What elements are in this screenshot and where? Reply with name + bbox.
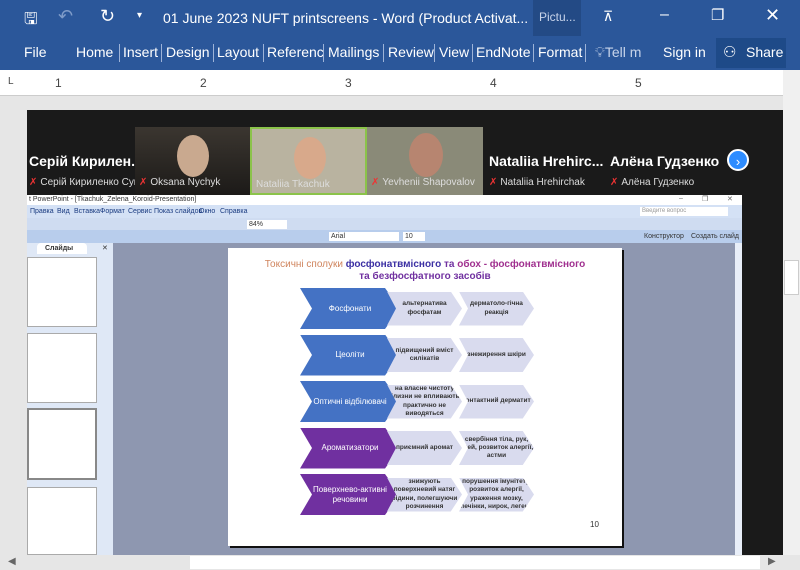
close-button[interactable]: ✕ <box>727 195 733 203</box>
tab-view[interactable]: View <box>439 44 469 60</box>
category-chevron: Фосфонати <box>300 288 400 329</box>
lightbulb-icon: 💡︎ <box>595 44 605 60</box>
close-pane-icon[interactable]: ✕ <box>102 244 108 252</box>
close-button[interactable]: ✕ <box>765 5 780 26</box>
menu-tools[interactable]: Сервис <box>128 208 152 215</box>
tab-layout[interactable]: Layout <box>217 44 259 60</box>
word-title-bar: 🖫 ↶ ↻ ▾ 01 June 2023 NUFT printscreens -… <box>0 0 800 70</box>
muted-mic-icon: ✗ <box>29 177 38 188</box>
tab-file[interactable]: File <box>24 44 47 60</box>
tab-review[interactable]: Review <box>388 44 434 60</box>
restore-button[interactable]: ❐ <box>702 195 708 203</box>
tab-endnote[interactable]: EndNote <box>476 44 530 60</box>
help-search-input[interactable]: Введите вопрос <box>640 207 728 216</box>
muted-mic-icon: ✗ <box>139 177 148 188</box>
slide-scrollbar[interactable] <box>735 243 742 555</box>
tell-me-search[interactable]: 💡︎Tell m <box>595 44 641 61</box>
scroll-left-icon[interactable]: ◀ <box>8 556 16 567</box>
slide: Токсичні сполуки фосфонатвмісного та обо… <box>228 248 622 546</box>
person-add-icon: ⚇ <box>723 44 737 61</box>
scrollbar-thumb[interactable] <box>784 260 799 295</box>
ribbon-tabs: File Home Insert Design Layout Referenc … <box>0 36 800 70</box>
effect-chevron: знежирення шкіри <box>459 338 534 372</box>
property-chevron: підвищений вміст силікатів <box>387 338 462 372</box>
minimize-button[interactable]: – <box>679 195 683 202</box>
category-chevron: Поверхнево-активні речовини <box>300 474 400 515</box>
muted-mic-icon: ✗ <box>371 177 380 188</box>
video-tile-active-speaker[interactable]: Nataliia Tkachuk <box>250 127 367 195</box>
category-chevron: Ароматизатори <box>300 427 400 469</box>
sign-in-link[interactable]: Sign in <box>663 44 706 60</box>
tab-references[interactable]: Referenc <box>267 44 324 60</box>
tab-format[interactable]: Format <box>538 44 582 60</box>
menu-slideshow[interactable]: Показ слайдов <box>154 208 202 215</box>
category-chevron: Оптичні відбілювачі <box>300 381 400 422</box>
share-button[interactable]: ⚇ Share <box>716 38 786 68</box>
standard-toolbar <box>27 218 742 230</box>
scrollbar-thumb[interactable] <box>190 556 760 569</box>
picture-tools-tab[interactable]: Pictu... <box>539 10 576 24</box>
tab-home[interactable]: Home <box>76 44 113 60</box>
video-tile[interactable]: ✗ Oksana Nychyk <box>135 127 250 195</box>
slides-pane: Слайды ✕ <box>27 243 113 555</box>
horizontal-scrollbar[interactable]: ◀ ▶ <box>0 555 800 570</box>
slide-thumbnail[interactable] <box>27 257 97 327</box>
font-select[interactable]: Arial <box>329 232 399 241</box>
menu-help[interactable]: Справка <box>220 208 247 215</box>
effect-chevron: контактний дерматит <box>459 384 534 419</box>
new-slide-button[interactable]: Создать слайд <box>691 233 739 240</box>
menu-insert[interactable]: Вставка <box>74 208 100 215</box>
slide-title: Токсичні сполуки фосфонатвмісного та обо… <box>264 259 586 282</box>
effect-chevron: порушення імунітету, розвиток алергії, у… <box>459 477 534 512</box>
video-tile[interactable]: ✗ Yevhenii Shapovalov <box>367 127 483 195</box>
tab-insert[interactable]: Insert <box>123 44 158 60</box>
slide-thumbnail-selected[interactable] <box>27 408 97 480</box>
font-size-select[interactable]: 10 <box>403 232 425 241</box>
muted-mic-icon: ✗ <box>610 177 619 188</box>
menu-view[interactable]: Вид <box>57 208 70 215</box>
tab-slides[interactable]: Слайды <box>45 245 73 252</box>
tab-design[interactable]: Design <box>166 44 210 60</box>
effect-chevron: дерматоло-гічна реакція <box>459 291 534 326</box>
restore-button[interactable]: ❐ <box>711 6 724 24</box>
ribbon-display-icon[interactable]: ⊼ <box>603 8 613 25</box>
video-call-strip: Серій Кирилен... ✗ Серій Кириленко Сум...… <box>27 127 749 195</box>
undo-icon[interactable]: ↶ <box>58 6 73 27</box>
tab-mailings[interactable]: Mailings <box>328 44 379 60</box>
property-chevron: альтернатива фосфатам <box>387 291 462 326</box>
tab-selector[interactable]: L <box>8 76 14 87</box>
slide-number: 10 <box>590 520 599 529</box>
category-chevron: Цеоліти <box>300 334 400 376</box>
slide-thumbnail[interactable] <box>27 487 97 555</box>
next-page-chevron-icon[interactable]: › <box>727 149 749 171</box>
redo-icon[interactable]: ↻ <box>100 6 115 27</box>
property-chevron: знижують поверхневий натяг рідини, полег… <box>387 477 462 512</box>
muted-mic-icon: ✗ <box>489 177 498 188</box>
slide-thumbnail[interactable] <box>27 333 97 403</box>
horizontal-ruler[interactable]: L 1 2 3 4 5 <box>0 70 800 96</box>
save-icon[interactable]: 🖫 <box>24 8 38 35</box>
scroll-right-icon[interactable]: ▶ <box>768 556 776 567</box>
participant-name: ✗ Серій Кириленко Сум... <box>29 177 149 188</box>
property-chevron: на власне чистоту білизни не впливають; … <box>387 384 462 419</box>
menu-format[interactable]: Формат <box>100 208 125 215</box>
designer-button[interactable]: Конструктор <box>644 233 684 240</box>
zoom-select[interactable]: 84% <box>247 220 287 229</box>
menu-window[interactable]: Окно <box>199 208 215 215</box>
effect-chevron: свербіння тіла, рук, очей, розвиток алер… <box>459 431 534 465</box>
property-chevron: приємний аромат <box>387 431 462 465</box>
menu-edit[interactable]: Правка <box>30 208 54 215</box>
customize-toolbar-icon[interactable]: ▾ <box>137 10 142 21</box>
vertical-scrollbar[interactable] <box>783 70 800 555</box>
window-title: 01 June 2023 NUFT printscreens - Word (P… <box>163 10 529 26</box>
minimize-button[interactable]: – <box>660 6 669 24</box>
